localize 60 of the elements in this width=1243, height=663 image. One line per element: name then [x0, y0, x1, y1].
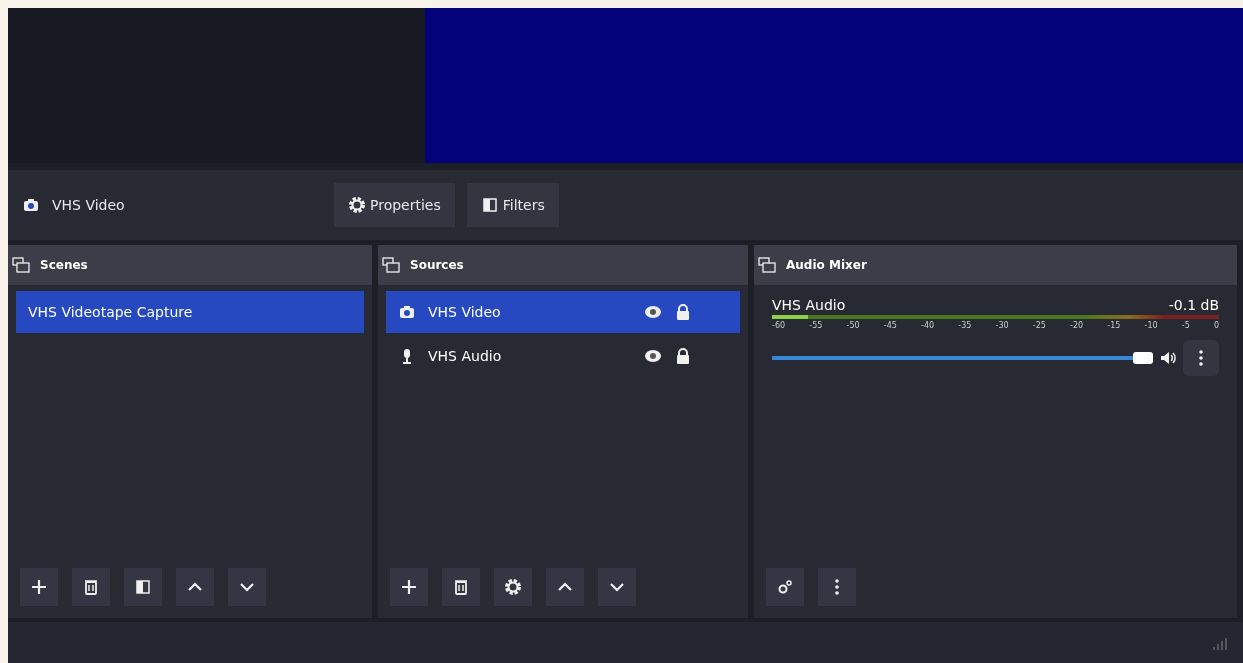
dock-icon	[12, 256, 30, 274]
dock-icon	[758, 256, 776, 274]
meter-tick: -15	[1107, 321, 1121, 330]
filters-button[interactable]	[124, 568, 162, 606]
panel-title: Audio Mixer	[786, 258, 867, 272]
channel-name: VHS Audio	[772, 297, 846, 313]
add-icon	[400, 578, 418, 596]
source-label: VHS Audio	[428, 348, 503, 364]
meter-tick: -40	[921, 321, 935, 330]
add-button[interactable]	[390, 568, 428, 606]
eye-icon	[644, 303, 662, 321]
eye-icon	[644, 347, 662, 365]
panel-title: Sources	[410, 258, 464, 272]
meter-tick: -25	[1032, 321, 1046, 330]
meter-tick: -45	[883, 321, 897, 330]
scene-item[interactable]: VHS Videotape Capture	[16, 291, 364, 333]
menu-button[interactable]	[818, 568, 856, 606]
filters-button[interactable]: Filters	[466, 183, 559, 227]
meter-tick: -30	[995, 321, 1009, 330]
volume-reading: -0.1 dB	[1168, 297, 1219, 313]
meter-tick: -50	[846, 321, 860, 330]
meter-tick: -10	[1144, 321, 1158, 330]
source-label: VHS Video	[428, 304, 502, 320]
meter-tick: -35	[958, 321, 972, 330]
move-down-button[interactable]	[598, 568, 636, 606]
lock-icon	[674, 347, 692, 365]
meter-tick: -55	[809, 321, 823, 330]
source-item[interactable]: VHS Audio	[386, 335, 740, 377]
meter-tick: 0	[1213, 321, 1219, 330]
speaker-icon	[1159, 349, 1177, 367]
advanced-audio-button[interactable]	[766, 568, 804, 606]
gear-icon	[348, 196, 366, 214]
remove-button[interactable]	[442, 568, 480, 606]
properties-button[interactable]	[494, 568, 532, 606]
source-name: VHS Video	[52, 197, 126, 213]
move-up-button[interactable]	[176, 568, 214, 606]
source-item[interactable]: VHS Video	[386, 291, 740, 333]
move-up-button[interactable]	[546, 568, 584, 606]
move-down-button[interactable]	[228, 568, 266, 606]
panel-title: Scenes	[40, 258, 88, 272]
meter-tick: -20	[1070, 321, 1084, 330]
filter-icon	[480, 196, 499, 214]
meter-tick: -60	[772, 321, 786, 330]
filter-icon	[134, 578, 152, 596]
advanced-icon	[776, 578, 794, 596]
properties-button[interactable]: Properties	[334, 183, 455, 227]
camera-icon	[22, 196, 40, 214]
add-button[interactable]	[20, 568, 58, 606]
menu-icon	[1199, 350, 1203, 366]
dock-icon	[382, 256, 400, 274]
channel-menu-button[interactable]	[1183, 340, 1219, 376]
meter-tick: -5	[1181, 321, 1190, 330]
remove-icon	[452, 578, 470, 596]
gear-icon	[504, 578, 522, 596]
lock-icon	[674, 303, 692, 321]
remove-button[interactable]	[72, 568, 110, 606]
remove-icon	[82, 578, 100, 596]
camera-icon	[398, 303, 416, 321]
menu-icon	[835, 579, 839, 595]
add-icon	[30, 578, 48, 596]
